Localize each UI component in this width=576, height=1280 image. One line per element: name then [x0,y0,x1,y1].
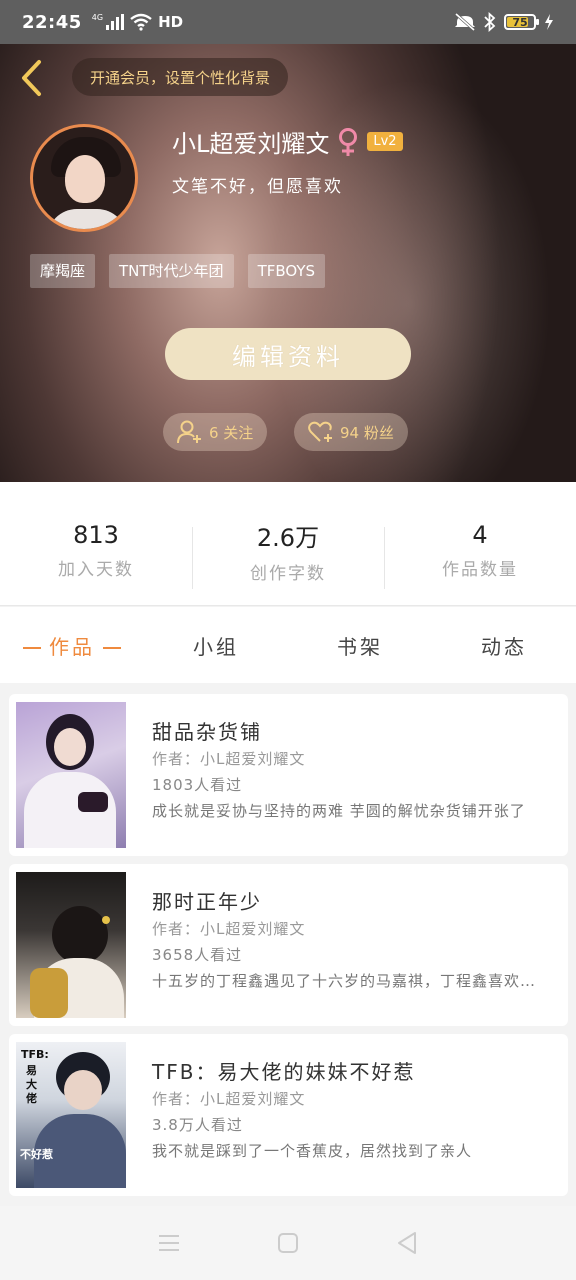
book-cover [16,702,126,848]
book-author: 作者：小L超爱刘耀文 [152,750,306,768]
book-views: 1803人看过 [152,776,243,794]
tag-item[interactable]: TNT时代少年团 [109,254,234,288]
signal-icon: 4G [91,13,125,30]
cover-text: 易 [26,1064,37,1077]
charging-icon [545,14,553,30]
tag-item[interactable]: TFBOYS [247,254,326,288]
clock: 22:45 [22,11,82,33]
profile-header: 开通会员，设置个性化背景 小L超爱刘耀文 Lv2 文笔不好，但愿喜欢 摩羯座 T… [0,44,576,482]
book-title: 那时正年少 [152,890,262,914]
tag-item[interactable]: 摩羯座 [30,254,96,288]
username-row: 小L超爱刘耀文 Lv2 [172,124,403,159]
menu-button[interactable] [149,1223,189,1263]
book-cover [16,872,126,1018]
user-plus-icon [177,420,201,444]
network-type: HD [158,13,184,31]
tab-activity[interactable]: 动态 [432,631,576,660]
tab-label: 书架 [337,634,383,659]
tab-label: 作品 [49,634,95,659]
stats-bar: 813 加入天数 2.6万 创作字数 4 作品数量 [0,482,576,606]
female-icon [339,127,358,156]
back-nav-button[interactable] [387,1223,427,1263]
following-button[interactable]: 6 关注 [163,413,268,451]
stat-value: 813 [73,521,119,549]
bluetooth-icon [484,12,496,32]
triangle-back-icon [397,1232,416,1254]
book-views: 3658人看过 [152,946,243,964]
fans-count: 94 粉丝 [340,423,394,442]
following-count: 6 关注 [209,423,254,442]
battery-level: 75 [512,15,528,29]
system-nav-bar [0,1206,576,1280]
username: 小L超爱刘耀文 [172,130,330,158]
user-bio: 文笔不好，但愿喜欢 [172,177,343,197]
cover-text: 佬 [26,1092,37,1105]
vip-banner[interactable]: 开通会员，设置个性化背景 [72,58,289,96]
book-title: TFB：易大佬的妹妹不好惹 [152,1060,416,1084]
home-button[interactable] [268,1223,308,1263]
book-card[interactable]: TFB: 易 大 佬 不好惹 TFB：易大佬的妹妹不好惹 作者：小L超爱刘耀文 … [9,1034,568,1196]
book-card[interactable]: 那时正年少 作者：小L超爱刘耀文 3658人看过 十五岁的丁程鑫遇见了十六岁的马… [9,864,568,1026]
tab-label: 小组 [193,634,239,659]
menu-icon [159,1235,180,1251]
avatar[interactable] [30,124,138,232]
fans-button[interactable]: 94 粉丝 [294,413,408,451]
stat-word-count: 2.6万 创作字数 [192,482,384,605]
book-card[interactable]: 甜品杂货铺 作者：小L超爱刘耀文 1803人看过 成长就是妥协与坚持的两难 芋圆… [9,694,568,856]
tab-label: 动态 [481,634,527,659]
stat-works-count: 4 作品数量 [384,482,576,605]
mute-icon [455,13,475,31]
stat-join-days: 813 加入天数 [0,482,192,605]
status-bar: 22:45 4G HD 75 [0,0,576,44]
heart-plus-icon [308,421,332,442]
battery-icon: 75 [504,14,539,30]
book-cover: TFB: 易 大 佬 不好惹 [16,1042,126,1188]
stat-value: 2.6万 [256,523,320,552]
back-button[interactable] [14,58,48,98]
edit-profile-button[interactable]: 编辑资料 [165,328,411,380]
book-author: 作者：小L超爱刘耀文 [152,920,306,938]
network-label: 4G [91,13,104,22]
book-views: 3.8万人看过 [152,1116,243,1134]
stat-label: 加入天数 [58,560,134,580]
tab-groups[interactable]: 小组 [144,631,288,660]
tab-works[interactable]: 作品 [0,631,144,660]
cover-text: TFB: [21,1048,49,1061]
book-description: 我不就是踩到了一个香蕉皮，居然找到了亲人 [152,1142,473,1160]
cover-text: 大 [26,1078,37,1091]
book-title: 甜品杂货铺 [152,720,262,744]
tab-bar: 作品 小组 书架 动态 [0,607,576,683]
stat-value: 4 [472,521,488,549]
book-author: 作者：小L超爱刘耀文 [152,1090,306,1108]
chevron-left-icon [22,60,41,96]
stat-label: 作品数量 [442,560,518,580]
tab-bookshelf[interactable]: 书架 [288,631,432,660]
cover-text: 不好惹 [20,1148,53,1161]
level-badge: Lv2 [367,132,403,151]
book-description: 十五岁的丁程鑫遇见了十六岁的马嘉祺，丁程鑫喜欢上了他 [152,972,547,990]
stat-label: 创作字数 [250,563,326,584]
book-description: 成长就是妥协与坚持的两难 芋圆的解忧杂货铺开张了 [152,802,526,820]
home-icon [277,1233,298,1253]
wifi-icon [130,13,152,31]
tag-list: 摩羯座 TNT时代少年团 TFBOYS [30,254,326,288]
